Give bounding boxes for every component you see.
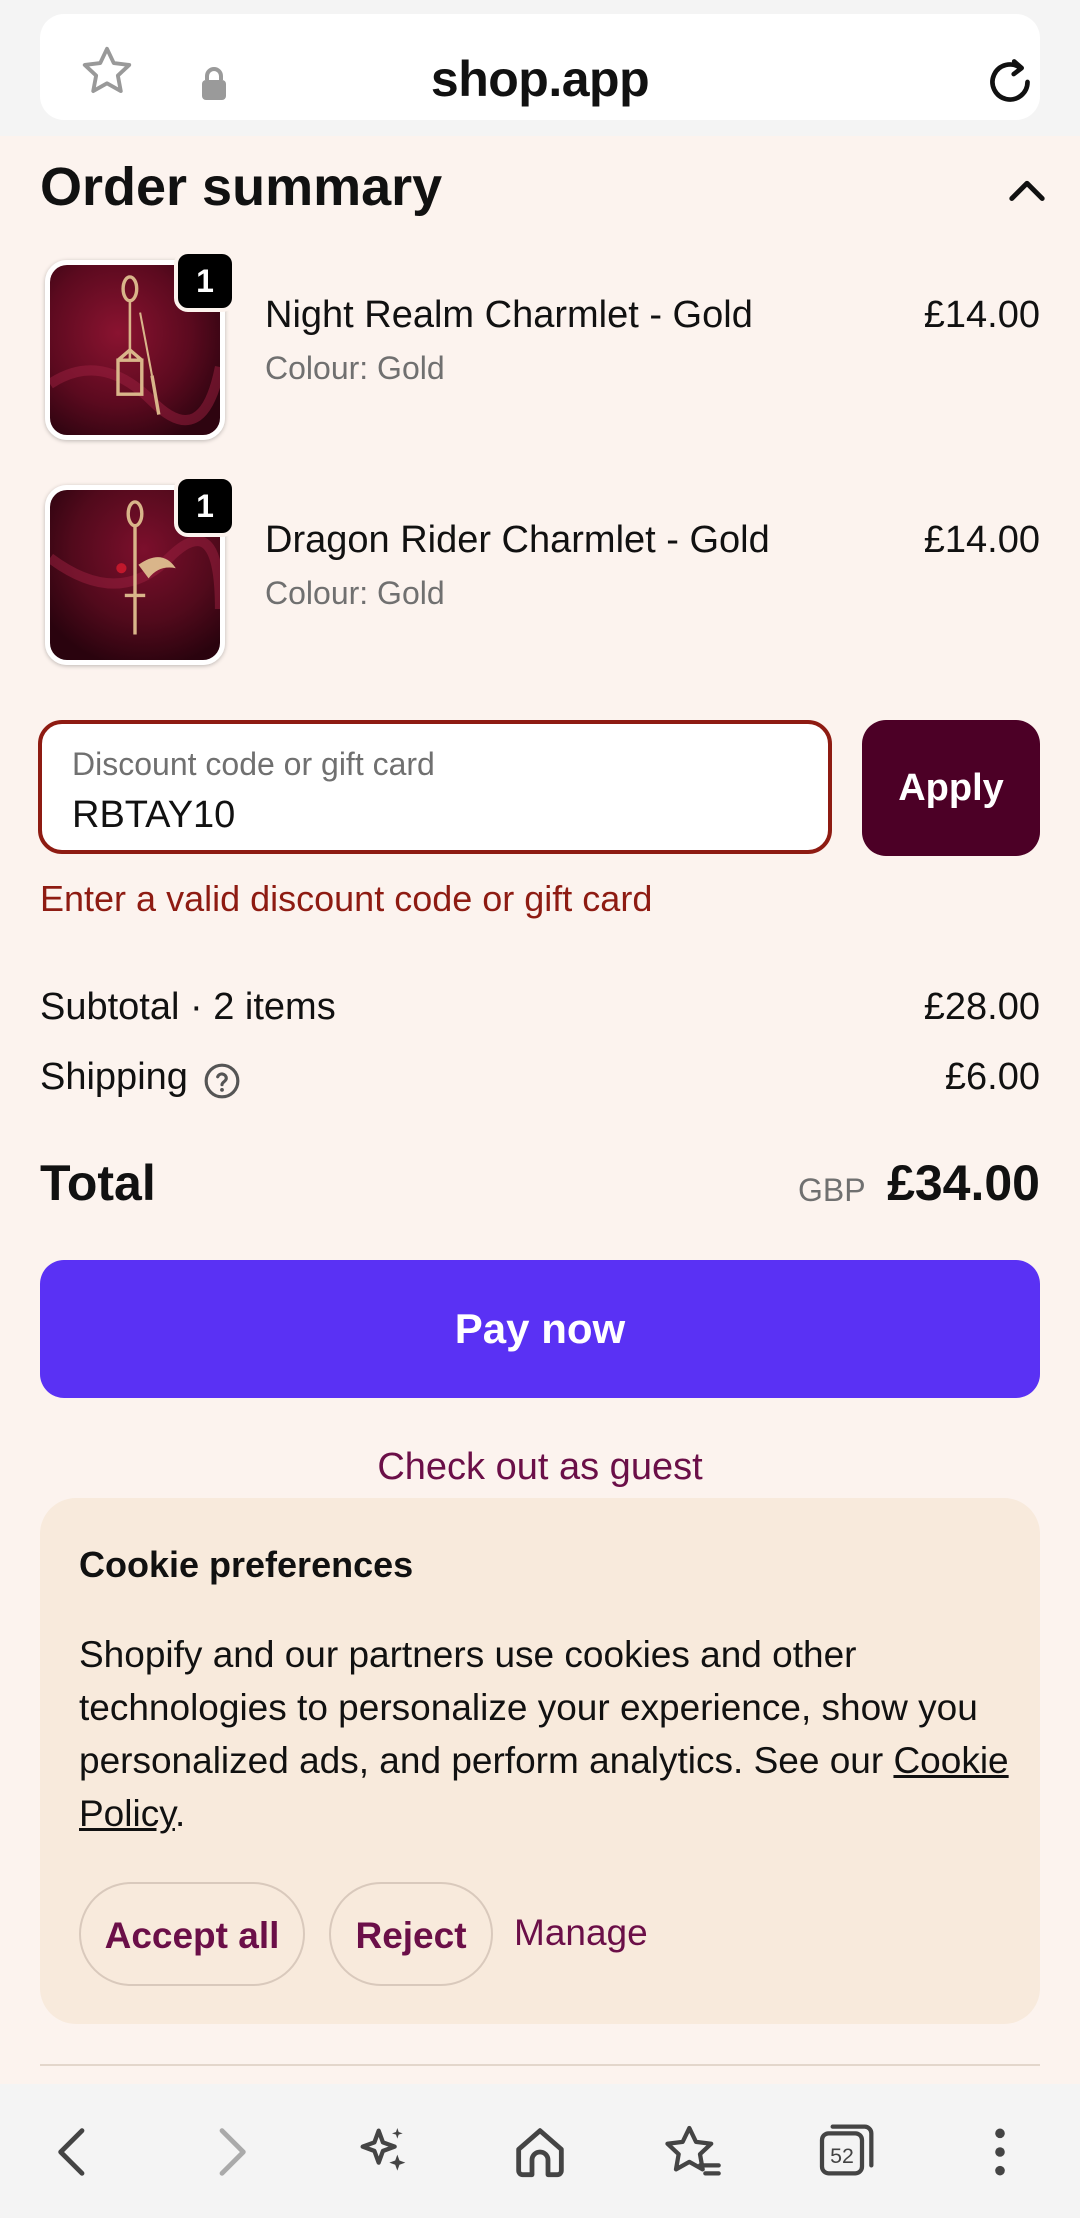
reject-button[interactable]: Reject: [329, 1882, 493, 1986]
forward-icon[interactable]: [198, 2120, 262, 2184]
divider: [40, 2064, 1040, 2066]
item-name: Night Realm Charmlet - Gold: [265, 294, 753, 336]
order-summary-title: Order summary: [40, 157, 443, 217]
cookie-body-end: .: [174, 1793, 186, 1834]
quantity-badge: 1: [174, 475, 236, 537]
chevron-up-icon[interactable]: [1008, 174, 1046, 204]
line-item: 1 Dragon Rider Charmlet - Gold Colour: G…: [40, 475, 1040, 671]
subtotal-label: Subtotal · 2 items: [40, 986, 336, 1028]
ai-sparkle-icon[interactable]: [352, 2120, 416, 2184]
checkout-as-guest-link[interactable]: Check out as guest: [0, 1446, 1080, 1489]
subtotal-value: £28.00: [923, 986, 1040, 1028]
url-domain[interactable]: shop.app: [40, 50, 1040, 108]
reload-icon[interactable]: [982, 54, 1038, 110]
address-bar[interactable]: shop.app: [40, 14, 1040, 120]
shipping-label: Shipping: [40, 1056, 188, 1098]
home-icon[interactable]: [508, 2120, 572, 2184]
currency-code: GBP: [798, 1172, 866, 1208]
cookie-body-text: Shopify and our partners use cookies and…: [79, 1634, 978, 1781]
discount-code-field[interactable]: Discount code or gift card: [38, 720, 832, 854]
cookie-panel-body: Shopify and our partners use cookies and…: [79, 1628, 1019, 1840]
shipping-value: £6.00: [944, 1056, 1040, 1098]
total-label: Total: [40, 1155, 156, 1211]
discount-error-message: Enter a valid discount code or gift card: [40, 878, 653, 919]
item-name: Dragon Rider Charmlet - Gold: [265, 519, 770, 561]
cookie-preferences-panel: Cookie preferences Shopify and our partn…: [40, 1498, 1040, 2024]
quantity-badge: 1: [174, 250, 236, 312]
item-variant: Colour: Gold: [265, 575, 445, 611]
browser-toolbar: shop.app: [0, 0, 1080, 136]
accept-all-button[interactable]: Accept all: [79, 1882, 305, 1986]
tabs-icon[interactable]: 52: [814, 2120, 878, 2184]
manage-cookies-link[interactable]: Manage: [514, 1912, 648, 1954]
discount-field-label: Discount code or gift card: [72, 746, 435, 782]
item-price: £14.00: [923, 519, 1040, 561]
more-options-icon[interactable]: [968, 2120, 1032, 2184]
tab-count: 52: [830, 2144, 854, 2168]
cookie-panel-title: Cookie preferences: [79, 1544, 414, 1585]
apply-discount-button[interactable]: Apply: [862, 720, 1040, 856]
item-variant: Colour: Gold: [265, 350, 445, 386]
discount-code-input[interactable]: [72, 794, 772, 837]
bookmarks-icon[interactable]: [660, 2120, 724, 2184]
total-value: £34.00: [887, 1155, 1040, 1211]
browser-bottom-nav: 52: [0, 2084, 1080, 2218]
pay-now-button[interactable]: Pay now: [40, 1260, 1040, 1398]
item-price: £14.00: [923, 294, 1040, 336]
back-icon[interactable]: [42, 2120, 106, 2184]
line-item: 1 Night Realm Charmlet - Gold Colour: Go…: [40, 250, 1040, 446]
help-circle-icon[interactable]: [203, 1062, 241, 1100]
